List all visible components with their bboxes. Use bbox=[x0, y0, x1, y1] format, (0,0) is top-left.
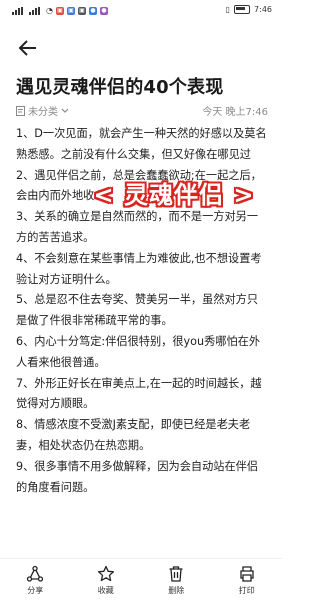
status-left: ◔ ▣ ▣ ▣ ● ● bbox=[12, 6, 108, 15]
status-right: ▯ 7:46 bbox=[226, 5, 272, 14]
favorite-button[interactable]: 收藏 bbox=[76, 559, 136, 596]
share-label: 分享 bbox=[27, 586, 44, 595]
paragraph: 9、很多事情不用多做解释，因为会自动站在伴侣的角度看问题。 bbox=[16, 459, 259, 494]
battery-icon bbox=[234, 5, 251, 14]
app-icon: ● bbox=[99, 6, 108, 15]
paragraph: 1、D一次见面，就会产生一种天然的好感以及莫名熟悉感。之前没有什么交集，但又好像… bbox=[16, 127, 267, 161]
soulmate-banner: < 灵魂伴侣 > bbox=[93, 180, 255, 209]
paragraph: 5、总是忍不住去夸奖、赞美另一半，虽然对方只是做了件很非常稀疏平常的事。 bbox=[16, 293, 259, 328]
delete-button[interactable]: 删除 bbox=[146, 559, 206, 596]
share-icon bbox=[27, 565, 44, 582]
status-bar: ◔ ▣ ▣ ▣ ● ● ▯ 7:46 bbox=[0, 0, 282, 22]
bottom-toolbar: 分享 收藏 删除 打印 bbox=[0, 558, 282, 601]
favorite-label: 收藏 bbox=[97, 586, 114, 595]
article-title: 遇见灵魂伴侣的40个表现 bbox=[16, 77, 224, 98]
chevron-down-icon bbox=[61, 108, 69, 113]
app-icon: ▣ bbox=[66, 6, 75, 15]
back-button[interactable] bbox=[16, 36, 40, 60]
paragraph: 6、内心十分笃定:伴侣很特别，很you秀哪怕在外人看来他很普通。 bbox=[16, 334, 261, 369]
delete-label: 删除 bbox=[168, 586, 185, 595]
app-icon: ▣ bbox=[77, 6, 86, 15]
timestamp: 今天 晚上7:46 bbox=[202, 107, 268, 118]
sim-signal-icon bbox=[12, 6, 26, 15]
app-icon: ● bbox=[88, 6, 97, 15]
print-button[interactable]: 打印 bbox=[217, 559, 277, 596]
note-category-icon bbox=[16, 105, 25, 116]
star-icon bbox=[97, 565, 114, 582]
category-selector[interactable]: 未分类 bbox=[16, 103, 69, 118]
paragraph: 8、情感浓度不受激J素支配，即使已经是老夫老妻，相处状态仍在热恋期。 bbox=[16, 418, 251, 452]
sim-signal-icon bbox=[29, 6, 43, 15]
paragraph: 4、不会刻意在某些事情上为难彼此,也不想设置考验让对方证明什么。 bbox=[16, 251, 262, 286]
paragraph: 7、外形正好长在审美点上,在一起的时间越长，越觉得对方顺眼。 bbox=[16, 376, 262, 411]
print-label: 打印 bbox=[238, 586, 255, 595]
print-icon bbox=[240, 566, 254, 582]
article-meta: 未分类 今天 晚上7:46 bbox=[16, 103, 268, 118]
back-arrow-icon bbox=[18, 40, 36, 56]
status-time: 7:46 bbox=[254, 5, 272, 14]
trash-icon bbox=[169, 566, 183, 582]
share-button[interactable]: 分享 bbox=[5, 559, 65, 596]
category-label: 未分类 bbox=[28, 107, 58, 118]
no-sim-icon: ▯ bbox=[225, 5, 231, 14]
wifi-icon: ◔ bbox=[46, 6, 53, 15]
paragraph: 3、关系的确立是自然而然的，而不是一方对另一方的苦苦追求。 bbox=[16, 210, 259, 244]
app-icon: ▣ bbox=[55, 6, 64, 15]
